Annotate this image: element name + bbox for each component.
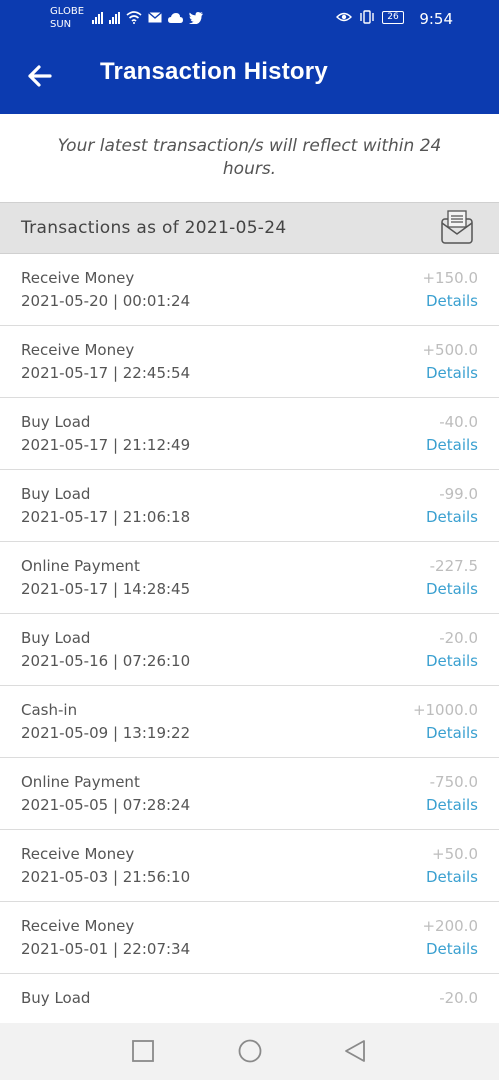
transaction-datetime: 2021-05-20 | 00:01:24 [21,292,191,310]
eye-comfort-icon [336,12,352,22]
transaction-amount: +150.0 [422,269,478,287]
transaction-row[interactable]: Receive Money 2021-05-17 | 22:45:54 +500.0… [0,326,499,398]
transaction-row[interactable]: Online Payment 2021-05-17 | 14:28:45 -227.… [0,542,499,614]
transaction-type: Buy Load [21,413,91,431]
navigation-bar [0,1023,499,1080]
transaction-amount: -20.0 [439,989,478,1007]
transaction-list: Receive Money 2021-05-20 | 00:01:24 +150.0… [0,254,499,1046]
transaction-row[interactable]: Online Payment 2021-05-05 | 07:28:24 -750.… [0,758,499,830]
transaction-row[interactable]: Receive Money 2021-05-03 | 21:56:10 +50.0 D… [0,830,499,902]
transaction-amount: +500.0 [422,341,478,359]
transaction-row[interactable]: Buy Load 2021-05-17 | 21:12:49 -40.0 Detail… [0,398,499,470]
details-link[interactable]: Details [426,436,478,454]
transaction-type: Buy Load [21,989,91,1007]
transaction-type: Receive Money [21,269,135,287]
transaction-amount: -99.0 [439,485,478,503]
transaction-amount: -750.0 [429,773,478,791]
battery-icon: 26 [382,10,404,24]
details-link[interactable]: Details [426,940,478,958]
details-link[interactable]: Details [426,580,478,598]
transaction-type: Online Payment [21,773,140,791]
details-link[interactable]: Details [426,364,478,382]
triangle-back-icon[interactable] [343,1039,367,1063]
carrier-labels: GLOBE SUN [50,5,84,31]
transaction-datetime: 2021-05-01 | 22:07:34 [21,940,191,958]
transaction-type: Buy Load [21,629,91,647]
signal-icon [109,11,120,24]
transaction-type: Receive Money [21,341,135,359]
transaction-amount: -40.0 [439,413,478,431]
vibrate-icon [360,10,374,24]
transaction-datetime: 2021-05-03 | 21:56:10 [21,868,191,886]
reflect-notice: Your latest transaction/s will reflect w… [0,114,499,202]
transaction-type: Cash-in [21,701,78,719]
transaction-type: Buy Load [21,485,91,503]
clock: 9:54 [419,10,453,28]
transaction-datetime: 2021-05-17 | 21:06:18 [21,508,191,526]
details-link[interactable]: Details [426,292,478,310]
circle-icon[interactable] [238,1039,262,1063]
mail-icon [148,12,162,23]
details-link[interactable]: Details [426,796,478,814]
transaction-row[interactable]: Receive Money 2021-05-01 | 22:07:34 +200.0… [0,902,499,974]
details-link[interactable]: Details [426,652,478,670]
transactions-header: Transactions as of 2021-05-24 [0,202,499,254]
signal-icon [92,11,103,24]
transaction-amount: -227.5 [429,557,478,575]
transaction-datetime: 2021-05-17 | 22:45:54 [21,364,191,382]
details-link[interactable]: Details [426,508,478,526]
square-icon[interactable] [131,1039,155,1063]
transaction-row[interactable]: Buy Load 2021-05-17 | 21:06:18 -99.0 Detail… [0,470,499,542]
transaction-amount: +50.0 [432,845,478,863]
carrier-1: GLOBE [50,6,85,17]
transaction-type: Receive Money [21,845,135,863]
twitter-icon [189,11,203,24]
download-statement-icon[interactable] [441,210,473,244]
transaction-datetime: 2021-05-16 | 07:26:10 [21,652,191,670]
transaction-row[interactable]: Buy Load 2021-05-16 | 07:26:10 -20.0 Detail… [0,614,499,686]
back-arrow-icon[interactable] [24,60,56,92]
transaction-row[interactable]: Receive Money 2021-05-20 | 00:01:24 +150.0… [0,254,499,326]
cloud-icon [168,12,183,23]
status-bar: GLOBE SUN 26 9:54 [0,0,499,38]
app-bar: Transaction History [0,38,499,114]
carrier-2: SUN [50,19,72,30]
transaction-datetime: 2021-05-17 | 21:12:49 [21,436,191,454]
transaction-amount: +1000.0 [412,701,478,719]
details-link[interactable]: Details [426,868,478,886]
wifi-icon [126,11,142,24]
transaction-amount: +200.0 [422,917,478,935]
transaction-datetime: 2021-05-09 | 13:19:22 [21,724,191,742]
transaction-datetime: 2021-05-17 | 14:28:45 [21,580,191,598]
transaction-type: Online Payment [21,557,140,575]
status-right-icons: 26 [336,10,404,24]
transaction-amount: -20.0 [439,629,478,647]
transaction-datetime: 2021-05-05 | 07:28:24 [21,796,191,814]
page-title: Transaction History [100,58,328,85]
details-link[interactable]: Details [426,724,478,742]
transactions-date-label: Transactions as of 2021-05-24 [21,218,287,238]
transaction-row[interactable]: Cash-in 2021-05-09 | 13:19:22 +1000.0 Detai… [0,686,499,758]
notice-text: Your latest transaction/s will reflect w… [57,136,442,179]
transaction-type: Receive Money [21,917,135,935]
status-left-icons [92,11,203,24]
